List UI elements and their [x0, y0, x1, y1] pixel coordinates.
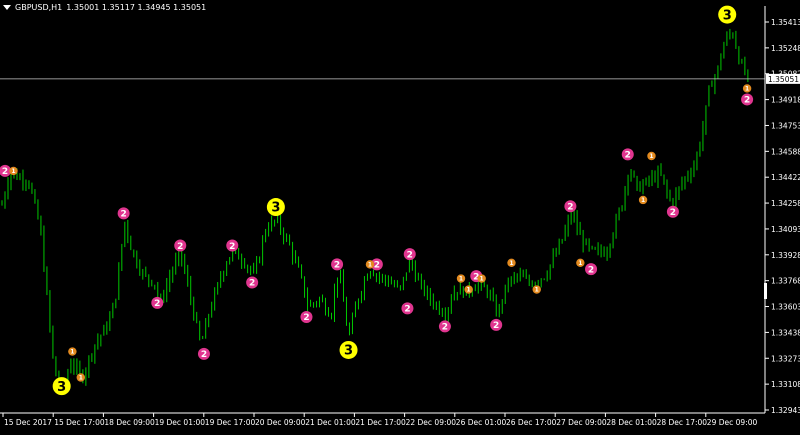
marker-label: 2: [567, 203, 573, 213]
price-tick-label: 1.33603: [771, 303, 800, 312]
marker-label: 1: [578, 260, 582, 267]
time-tick-label: 19 Dec 17:00: [205, 418, 256, 427]
time-tick-label: 21 Dec 01:00: [305, 418, 356, 427]
wave-1-marker: 1: [647, 151, 656, 161]
time-tick-label: 19 Dec 01:00: [155, 418, 206, 427]
time-tick-label: 20 Dec 09:00: [255, 418, 306, 427]
wave-1-marker: 1: [365, 260, 375, 269]
ohlc-values: 1.35001 1.35117 1.34945 1.35051: [66, 3, 207, 12]
marker-label: 1: [641, 197, 645, 204]
marker-label: 2: [404, 305, 410, 315]
price-tick-label: 1.34258: [771, 199, 800, 208]
time-tick-label: 18 Dec 09:00: [104, 418, 155, 427]
price-chart[interactable]: 3333222222222222222222221111111111111 1.…: [0, 0, 800, 431]
wave-1-marker: 1: [638, 195, 648, 205]
price-tick-label: 1.34918: [771, 96, 800, 105]
time-tick-label: 28 Dec 01:00: [606, 418, 657, 427]
wave-3-marker: 3: [52, 377, 71, 396]
wave-3-marker: 3: [339, 340, 358, 359]
marker-label: 1: [11, 168, 15, 175]
price-tick-label: 1.35248: [771, 44, 800, 53]
marker-label: 3: [57, 380, 66, 395]
time-tick-label: 15 Dec 17:00: [54, 418, 105, 427]
marker-label: 3: [723, 8, 732, 23]
price-tick-label: 1.33768: [771, 277, 800, 286]
price-tick-label: 1.35413: [771, 18, 800, 27]
marker-label: 2: [229, 242, 235, 252]
wave-1-marker: 1: [477, 274, 486, 283]
price-tick-label: 1.33438: [771, 328, 800, 337]
marker-label: 2: [201, 350, 207, 360]
scroll-marker[interactable]: [764, 283, 767, 299]
symbol-header: GBPUSD,H1 1.35001 1.35117 1.34945 1.3505…: [3, 3, 206, 12]
price-tick-label: 1.34588: [771, 147, 800, 156]
time-tick-label: 27 Dec 09:00: [556, 418, 607, 427]
wave-1-marker: 1: [456, 274, 466, 283]
marker-label: 2: [670, 208, 676, 218]
wave-1-marker: 1: [576, 258, 585, 268]
marker-label: 2: [442, 323, 448, 333]
marker-label: 1: [649, 153, 653, 160]
marker-label: 2: [249, 279, 255, 289]
symbol-label: GBPUSD,H1: [15, 3, 63, 12]
marker-label: 1: [368, 262, 372, 269]
time-tick-label: 22 Dec 09:00: [406, 418, 457, 427]
price-tick-label: 1.34753: [771, 121, 800, 130]
time-tick-label: 26 Dec 17:00: [506, 418, 557, 427]
marker-label: 2: [2, 167, 8, 177]
wave-1-marker: 1: [507, 258, 516, 268]
wave-1-marker: 1: [532, 285, 541, 294]
wave-3-marker: 3: [718, 5, 737, 24]
price-tick-label: 1.33928: [771, 251, 800, 260]
time-tick-label: 28 Dec 17:00: [657, 418, 708, 427]
triangle-down-icon[interactable]: [3, 5, 11, 10]
price-tick-label: 1.33108: [771, 380, 800, 389]
wave-1-marker: 1: [9, 166, 18, 176]
marker-label: 1: [535, 287, 539, 294]
marker-label: 1: [70, 349, 74, 356]
marker-label: 1: [467, 287, 471, 294]
price-tick-label: 1.34093: [771, 225, 800, 234]
time-tick-label: 26 Dec 01:00: [456, 418, 507, 427]
marker-label: 2: [154, 299, 160, 309]
marker-label: 2: [121, 210, 127, 220]
current-price-label: 1.35051: [768, 75, 799, 84]
marker-label: 1: [745, 86, 749, 93]
marker-label: 2: [625, 151, 631, 161]
marker-label: 3: [344, 344, 353, 359]
marker-label: 1: [79, 375, 83, 382]
marker-label: 3: [271, 201, 280, 216]
marker-label: 2: [177, 242, 183, 252]
marker-label: 1: [459, 276, 463, 283]
price-tick-label: 1.33273: [771, 354, 800, 363]
time-tick-label: 29 Dec 09:00: [707, 418, 758, 427]
time-tick-label: 15 Dec 2017: [4, 418, 52, 427]
marker-label: 1: [480, 276, 484, 283]
marker-label: 2: [303, 313, 309, 323]
wave-1-marker: 1: [742, 84, 752, 93]
price-tick-label: 1.32943: [771, 406, 800, 415]
marker-label: 2: [744, 96, 750, 106]
marker-label: 2: [374, 261, 380, 271]
marker-label: 2: [493, 321, 499, 331]
wave-1-marker: 1: [464, 285, 473, 294]
marker-label: 1: [509, 260, 513, 267]
wave-1-marker: 1: [68, 347, 77, 356]
wave-1-marker: 1: [76, 373, 85, 382]
wave-3-marker: 3: [266, 198, 285, 217]
price-tick-label: 1.34422: [771, 173, 800, 182]
marker-label: 2: [334, 261, 340, 271]
marker-label: 2: [588, 265, 594, 275]
chart-canvas[interactable]: 3333222 222222 222222222221111111111111 1.…: [0, 0, 800, 431]
time-tick-label: 21 Dec 17:00: [355, 418, 406, 427]
marker-label: 2: [407, 250, 413, 260]
